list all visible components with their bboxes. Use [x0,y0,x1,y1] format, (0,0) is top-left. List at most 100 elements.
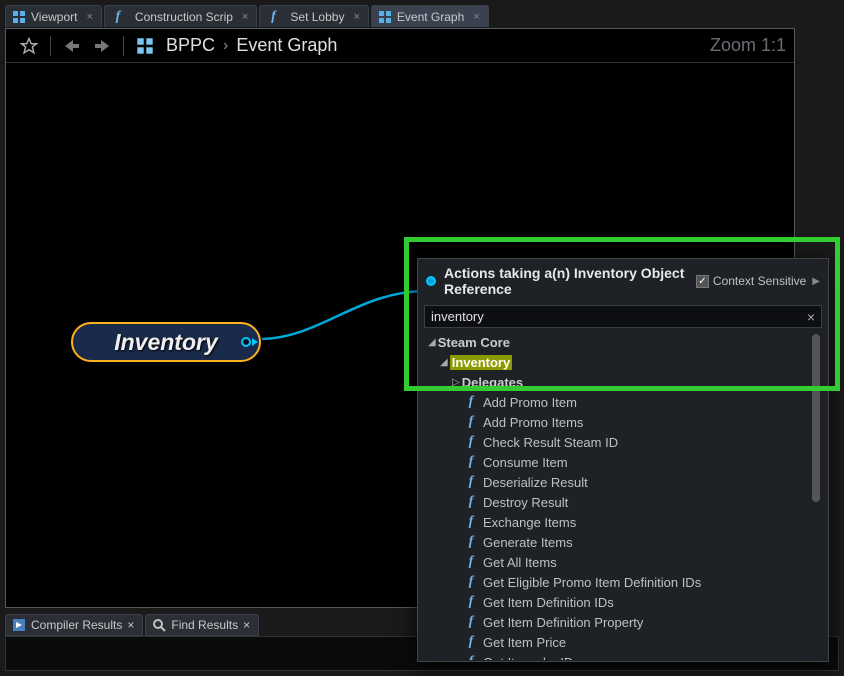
action-label: Deserialize Result [483,475,588,490]
triangle-right-icon: ▷ [452,377,460,388]
action-row[interactable]: f Exchange Items [420,512,826,532]
close-icon[interactable]: × [243,618,250,632]
close-icon[interactable]: × [86,11,92,23]
action-row[interactable]: f Deserialize Result [420,472,826,492]
node-label: Inventory [114,329,218,356]
category-label: Inventory [450,355,513,370]
action-tree[interactable]: ◢ Steam Core ◢ Inventory ▷ Delegates fAd… [420,332,826,660]
action-label: Get Item Price [483,635,566,650]
category-label: Steam Core [438,335,510,350]
category-label: Delegates [462,375,523,390]
context-sensitive-label: Context Sensitive [713,274,806,288]
search-row: × [424,305,822,328]
popup-title: Actions taking a(n) Inventory Object Ref… [444,265,688,297]
compiler-icon [12,618,26,632]
action-row[interactable]: fAdd Promo Items [420,412,826,432]
pin-type-icon [426,276,436,286]
output-pin[interactable] [241,336,261,348]
close-icon[interactable]: × [353,11,359,23]
editor-tab-row: Viewport × f Construction Scrip × f Set … [5,5,489,27]
action-label: Exchange Items [483,515,576,530]
action-row[interactable]: f Get All Items [420,552,826,572]
action-row[interactable]: f Consume Item [420,452,826,472]
close-icon[interactable]: × [242,11,248,23]
breadcrumb-root[interactable]: BPPC [166,35,215,56]
tab-label: Compiler Results [31,618,122,632]
action-row[interactable]: f Get Items by ID [420,652,826,660]
function-icon: f [464,555,478,569]
function-icon: f [464,455,478,469]
tab-event-graph[interactable]: Event Graph × [371,5,489,27]
favorite-icon[interactable] [14,33,44,59]
tab-find-results[interactable]: Find Results × [145,614,259,636]
tab-label: Viewport [31,10,77,24]
forward-button[interactable] [87,34,117,58]
popup-header: Actions taking a(n) Inventory Object Ref… [418,259,828,303]
action-row[interactable]: f Generate Items [420,532,826,552]
action-label: Add Promo Item [483,395,577,410]
function-icon: f [464,515,478,529]
back-button[interactable] [57,34,87,58]
close-icon[interactable]: × [127,618,134,632]
function-icon: f [464,655,478,660]
breadcrumb: BPPC › Event Graph [166,35,337,56]
action-label: Consume Item [483,455,568,470]
breadcrumb-leaf[interactable]: Event Graph [236,35,337,56]
category-steam-core[interactable]: ◢ Steam Core [420,332,826,352]
node-wire [260,279,440,359]
context-sensitive-toggle[interactable]: ✓ Context Sensitive ▶ [696,274,820,288]
action-row[interactable]: fDestroy Result [420,492,826,512]
pin-circle-icon [241,337,251,347]
action-label: Check Result Steam ID [483,435,618,450]
action-row[interactable]: fAdd Promo Item [420,392,826,412]
function-icon: f [111,10,125,24]
function-icon: f [464,435,478,449]
function-icon: f [464,575,478,589]
search-input[interactable] [425,306,801,327]
action-label: Get Item Definition IDs [483,595,614,610]
tab-label: Construction Scrip [135,10,233,24]
search-icon [152,618,166,632]
tab-construction-script[interactable]: f Construction Scrip × [104,5,257,27]
function-icon: f [464,635,478,649]
action-label: Get Eligible Promo Item Definition IDs [483,575,701,590]
action-row[interactable]: f Check Result Steam ID [420,432,826,452]
action-row[interactable]: f Get Item Definition IDs [420,592,826,612]
action-row[interactable]: f Get Item Price [420,632,826,652]
action-label: Generate Items [483,535,573,550]
chevron-right-icon: › [223,37,228,55]
action-label: Add Promo Items [483,415,583,430]
graph-home-icon[interactable] [130,33,160,59]
variable-node-inventory[interactable]: Inventory [71,322,261,362]
triangle-down-icon: ◢ [440,357,448,368]
category-inventory[interactable]: ◢ Inventory [420,352,826,372]
tab-label: Event Graph [397,10,464,24]
action-row[interactable]: f Get Eligible Promo Item Definition IDs [420,572,826,592]
close-icon[interactable]: × [473,11,479,23]
tab-label: Set Lobby [290,10,344,24]
function-icon: f [464,615,478,629]
action-label: Get Item Definition Property [483,615,643,630]
function-icon: f [464,595,478,609]
divider [123,36,124,56]
function-icon: f [464,475,478,489]
tab-viewport[interactable]: Viewport × [5,5,102,27]
action-label: Get Items by ID [483,655,573,661]
pin-arrow-icon [252,338,258,346]
action-label: Get All Items [483,555,557,570]
zoom-label: Zoom 1:1 [710,35,786,56]
tab-label: Find Results [171,618,238,632]
function-icon: f [464,495,478,509]
scrollbar[interactable] [812,334,820,502]
chevron-right-icon: ▶ [812,276,820,287]
action-row[interactable]: f Get Item Definition Property [420,612,826,632]
function-icon: f [464,535,478,549]
clear-search-icon[interactable]: × [801,309,821,325]
category-delegates[interactable]: ▷ Delegates [420,372,826,392]
graph-toolbar: BPPC › Event Graph Zoom 1:1 [6,29,794,63]
tab-compiler-results[interactable]: Compiler Results × [5,614,143,636]
checkbox-icon: ✓ [696,275,709,288]
triangle-down-icon: ◢ [428,337,436,348]
tab-set-lobby[interactable]: f Set Lobby × [259,5,368,27]
divider [50,36,51,56]
